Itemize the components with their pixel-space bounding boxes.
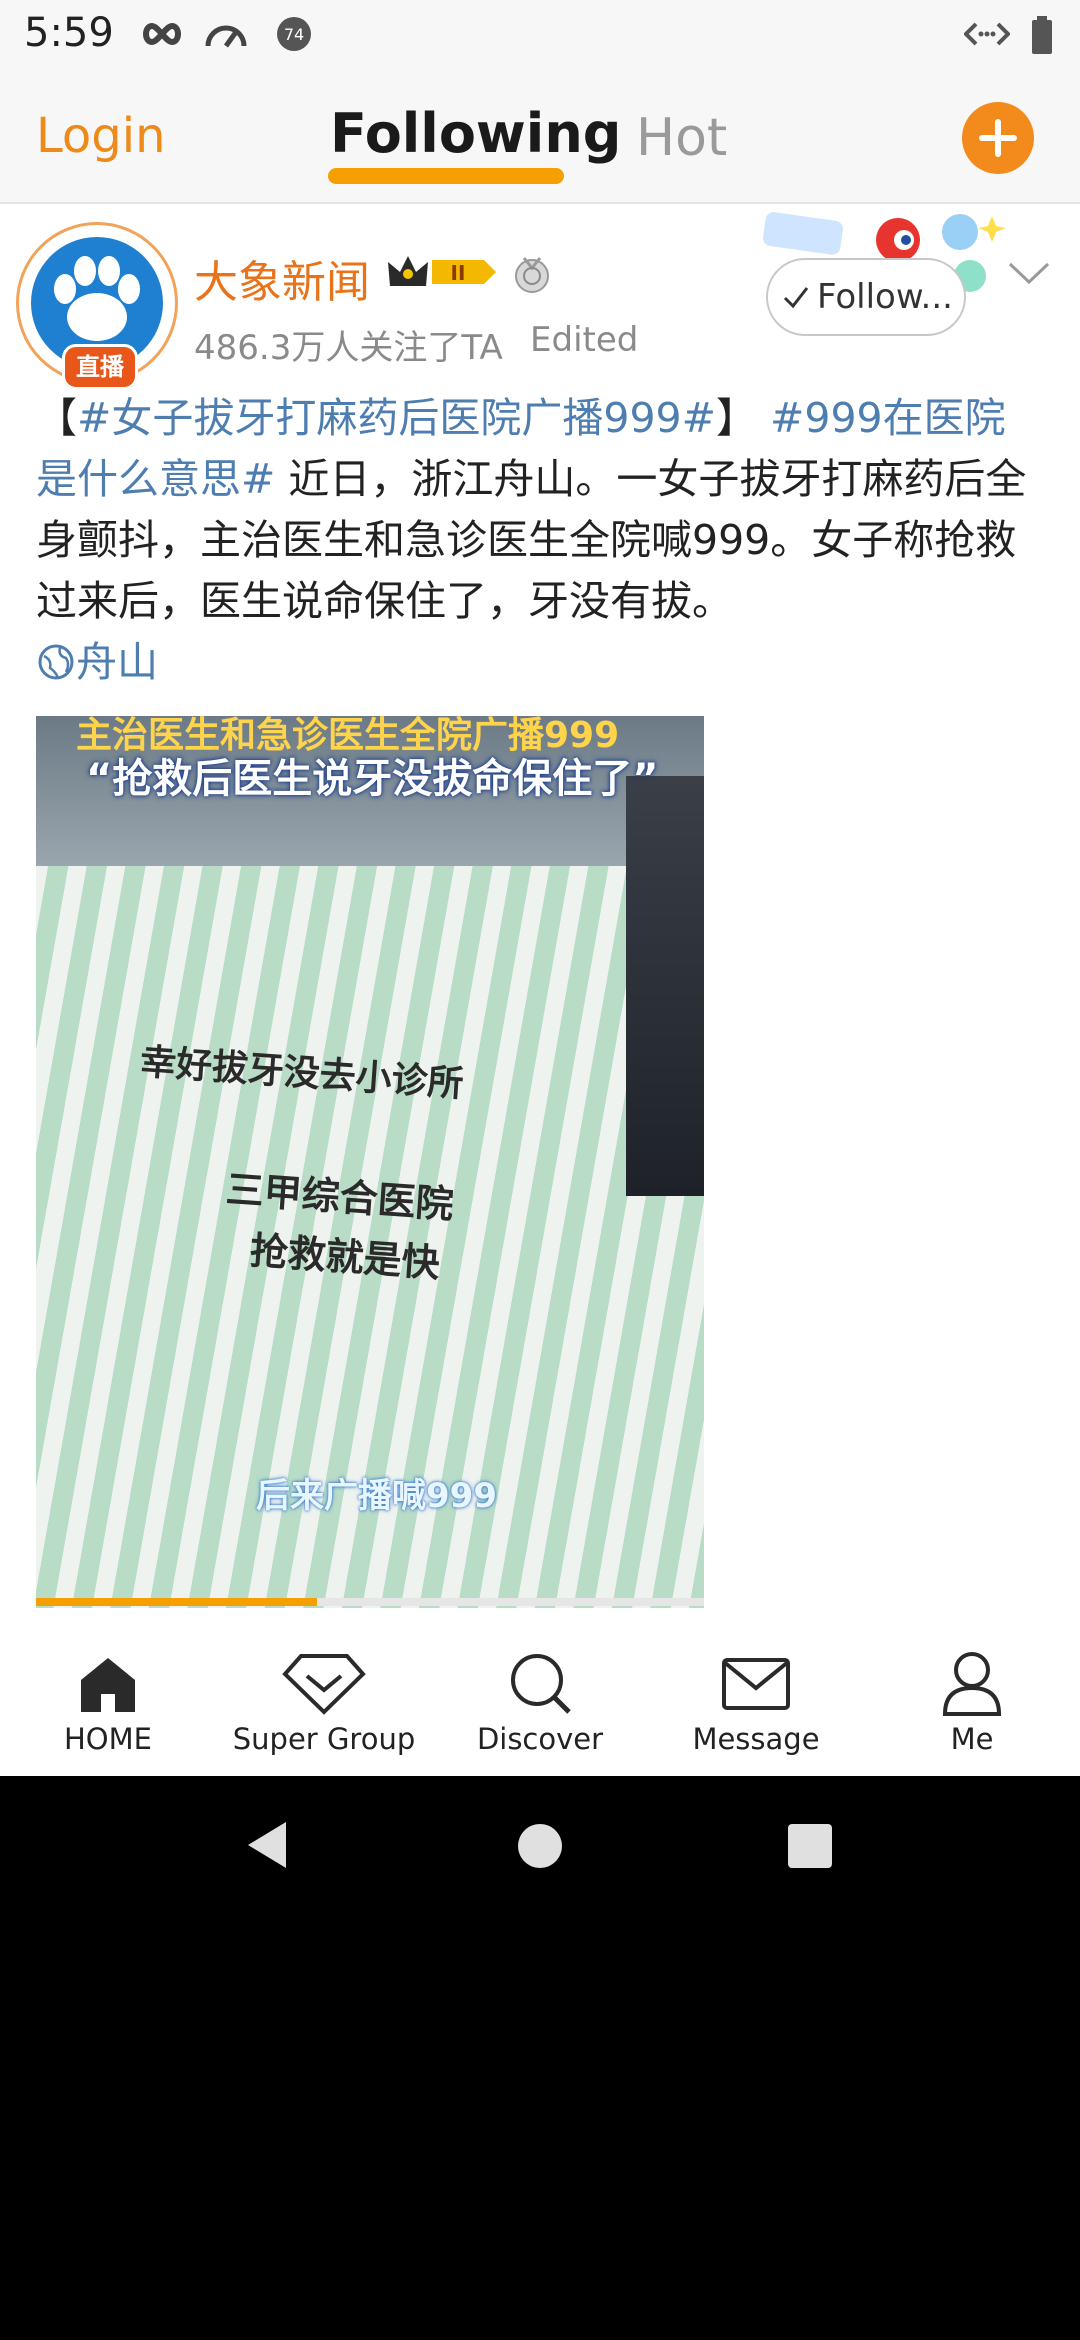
- location-link[interactable]: 舟山: [36, 638, 158, 686]
- video-subtitle: 后来广播喊999: [256, 1476, 497, 1516]
- follow-button[interactable]: Follow...: [766, 258, 966, 336]
- status-time: 5:59: [24, 10, 114, 56]
- notification-count: 74: [284, 25, 304, 44]
- open-bracket: 【: [36, 394, 77, 442]
- person-icon: [942, 1652, 1002, 1716]
- search-icon: [511, 1654, 571, 1714]
- active-tab-indicator: [328, 168, 564, 184]
- nav-me-label: Me: [950, 1722, 994, 1756]
- top-nav: Login Following Hot: [0, 72, 1080, 204]
- edited-label: Edited: [530, 320, 639, 360]
- battery-icon: [1030, 16, 1054, 60]
- status-bar: 5:59 74: [0, 0, 1080, 72]
- medal-icon: [512, 254, 552, 298]
- nav-super-group-label: Super Group: [232, 1722, 416, 1756]
- code-icon: [963, 16, 1011, 56]
- nav-super-group[interactable]: Super Group: [224, 1650, 424, 1756]
- tab-following[interactable]: Following: [330, 102, 621, 165]
- crown-level-icon: II: [384, 250, 500, 298]
- video-progress-fill: [36, 1598, 317, 1606]
- diamond-icon: [282, 1654, 366, 1715]
- plus-icon: [979, 119, 1017, 157]
- hashtag-link[interactable]: #女子拔牙打麻药后医院广播999#: [77, 394, 716, 442]
- back-icon[interactable]: [242, 1818, 290, 1876]
- bottom-nav: HOME Super Group Discover Message Me: [0, 1620, 1080, 1776]
- globe-icon: [38, 644, 74, 680]
- location-label: 舟山: [76, 638, 158, 686]
- system-nav-bar: [0, 1776, 1080, 1916]
- video-caption-quote: “抢救后医生说牙没拔命保住了”: [86, 756, 659, 802]
- media-background-right: [626, 776, 704, 1196]
- video-thumbnail[interactable]: 主治医生和急诊医生全院广播999 “抢救后医生说牙没拔命保住了” 幸好拔牙没去小…: [36, 716, 704, 1608]
- speedometer-icon: [204, 16, 248, 56]
- follow-button-label: Follow...: [817, 277, 953, 317]
- weibo-app: 5:59 74 Login Following Hot 直播 大象新闻 II 4…: [0, 0, 1080, 1776]
- infinity-icon: [140, 16, 184, 56]
- chevron-down-icon[interactable]: [1006, 258, 1052, 292]
- video-overlay-text: 抢救就是快: [248, 1228, 442, 1286]
- home-icon: [81, 1658, 135, 1712]
- nav-message-label: Message: [692, 1722, 820, 1756]
- nav-home-label: HOME: [64, 1722, 152, 1756]
- recents-icon[interactable]: [786, 1822, 834, 1874]
- author-name[interactable]: 大象新闻: [194, 246, 370, 310]
- home-circle-icon[interactable]: [516, 1822, 564, 1874]
- nav-discover[interactable]: Discover: [440, 1650, 640, 1756]
- nav-discover-label: Discover: [476, 1722, 604, 1756]
- envelope-icon: [722, 1658, 790, 1710]
- post-text: 【#女子拔牙打麻药后医院广播999#】 #999在医院是什么意思# 近日，浙江舟…: [36, 388, 1046, 693]
- followers-count: 486.3万人关注了TA: [194, 328, 503, 368]
- login-link[interactable]: Login: [36, 108, 166, 164]
- nav-home[interactable]: HOME: [8, 1650, 208, 1756]
- video-overlay-text: 幸好拔牙没去小诊所: [138, 1041, 465, 1106]
- crown-level: II: [451, 261, 466, 285]
- check-icon: [783, 287, 809, 309]
- close-bracket: 】: [715, 394, 757, 442]
- video-progress-bar[interactable]: [36, 1598, 704, 1606]
- add-post-button[interactable]: [962, 102, 1034, 174]
- tab-hot[interactable]: Hot: [636, 108, 727, 168]
- nav-message[interactable]: Message: [656, 1650, 856, 1756]
- video-overlay-text: 三甲综合医院: [224, 1167, 456, 1227]
- notification-74-icon: 74: [276, 16, 312, 56]
- live-badge: 直播: [62, 344, 138, 390]
- nav-me[interactable]: Me: [872, 1650, 1072, 1756]
